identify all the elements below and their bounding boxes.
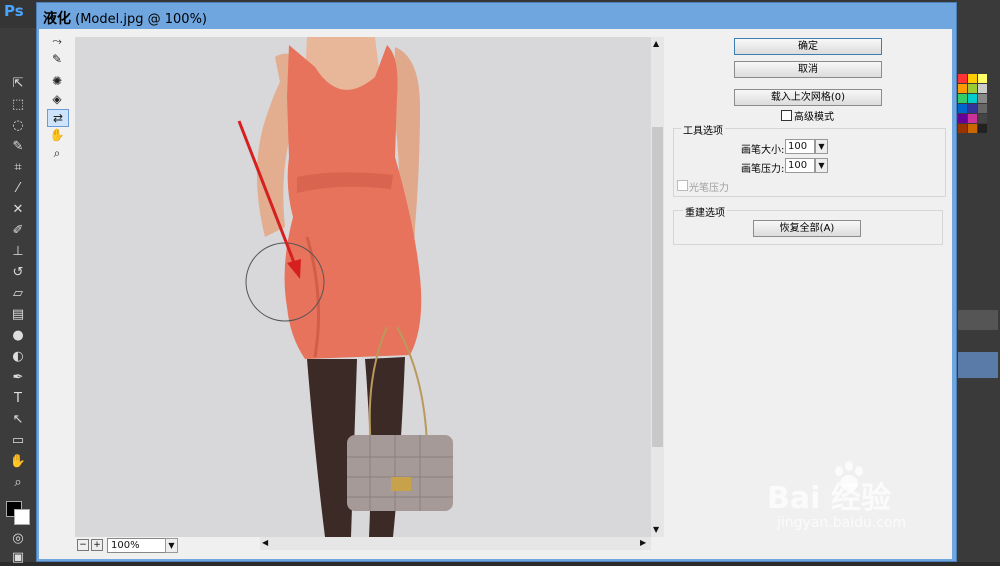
marquee-tool-icon[interactable]: ⬚ [9,97,27,113]
forward-warp-icon[interactable]: ⤳ [47,33,67,49]
history-brush-tool-icon[interactable]: ↺ [9,265,27,281]
advanced-mode-label: 高级模式 [794,112,834,123]
lasso-tool-icon[interactable]: ◌ [9,118,27,134]
dialog-title-main: 液化 [43,11,71,27]
type-tool-icon[interactable]: T [9,391,27,407]
brush-size-input[interactable]: 100 [785,139,815,154]
liquify-canvas[interactable] [75,37,651,537]
advanced-mode-checkbox[interactable] [781,110,792,121]
load-mesh-button[interactable]: 载入上次网格(0) [734,89,882,106]
liquify-dialog: 液化 (Model.jpg @ 100%) ⤳ ✎ ✺ ◈ ⇄ ✋ ⌕ ▲ ▼ … [36,2,957,562]
reconstruct-icon[interactable]: ✎ [47,51,67,67]
dodge-tool-icon[interactable]: ◐ [9,349,27,365]
zoom-tool-icon[interactable]: ⌕ [9,475,27,491]
zoom-icon[interactable]: ⌕ [47,145,67,161]
brush-pressure-dropdown-icon[interactable]: ▼ [815,158,828,173]
liquify-tools: ⤳ ✎ ✺ ◈ ⇄ ✋ ⌕ [45,33,71,183]
shape-tool-icon[interactable]: ▭ [9,433,27,449]
screen-mode-icon[interactable]: ▣ [9,550,27,566]
canvas-vertical-scrollbar[interactable]: ▲ ▼ [651,37,664,537]
photoshop-logo: Ps [4,2,24,20]
brush-size-dropdown-icon[interactable]: ▼ [815,139,828,154]
brush-size-label: 画笔大小: [741,145,785,156]
canvas-horizontal-scrollbar[interactable]: ◀ ▶ [260,537,651,550]
push-left-icon[interactable]: ⇄ [47,109,69,127]
quick-select-tool-icon[interactable]: ✎ [9,139,27,155]
stamp-tool-icon[interactable]: ⊥ [9,244,27,260]
zoom-in-button[interactable]: + [91,539,103,551]
crop-tool-icon[interactable]: ⌗ [9,160,27,176]
scroll-down-arrow-icon[interactable]: ▼ [653,525,659,534]
bloat-icon[interactable]: ◈ [47,91,67,107]
zoom-select[interactable]: 100% [107,538,166,553]
hand-tool-icon[interactable]: ✋ [9,454,27,470]
dialog-title: 液化 (Model.jpg @ 100%) [43,8,207,28]
watermark-brand: Bai 经验 [767,481,891,516]
zoom-out-button[interactable]: − [77,539,89,551]
restore-all-button[interactable]: 恢复全部(A) [753,220,861,237]
pucker-icon[interactable]: ✺ [47,73,67,89]
dialog-client: ⤳ ✎ ✺ ◈ ⇄ ✋ ⌕ ▲ ▼ ◀ ▶ − + 100% ▼ 确定 取消 载… [39,29,952,559]
path-select-tool-icon[interactable]: ↖ [9,412,27,428]
stylus-pressure-checkbox[interactable] [677,180,688,191]
move-tool-icon[interactable]: ⇱ [9,76,27,92]
reconstruct-options-label: 重建选项 [683,204,727,219]
scroll-up-arrow-icon[interactable]: ▲ [653,39,659,48]
eyedropper-tool-icon[interactable]: ⁄ [9,181,27,197]
stylus-pressure-label: 光笔压力 [689,183,729,194]
dialog-title-sub: (Model.jpg @ 100%) [75,12,207,27]
layer-thumbnail [958,352,998,378]
cancel-button[interactable]: 取消 [734,61,882,78]
healing-tool-icon[interactable]: ✕ [9,202,27,218]
pen-tool-icon[interactable]: ✒ [9,370,27,386]
watermark-url: jingyan.baidu.com [777,515,907,531]
ok-button[interactable]: 确定 [734,38,882,55]
quick-mask-icon[interactable]: ◎ [9,531,27,547]
scroll-left-arrow-icon[interactable]: ◀ [262,538,268,547]
zoom-dropdown-icon[interactable]: ▼ [165,538,178,553]
vertical-scroll-thumb[interactable] [652,127,663,447]
dialog-titlebar[interactable]: 液化 (Model.jpg @ 100%) [37,3,956,29]
brush-tool-icon[interactable]: ✐ [9,223,27,239]
blur-tool-icon[interactable]: ● [9,328,27,344]
model-photo [75,37,651,537]
brush-pressure-label: 画笔压力: [741,164,785,175]
scroll-right-arrow-icon[interactable]: ▶ [640,538,646,547]
layers-panel [958,310,998,330]
brush-pressure-input[interactable]: 100 [785,158,815,173]
background-color-swatch[interactable] [14,509,30,525]
photoshop-right-panels [955,0,1000,562]
gradient-tool-icon[interactable]: ▤ [9,307,27,323]
tool-options-label: 工具选项 [681,122,725,137]
photoshop-toolbar: ⇱ ⬚ ◌ ✎ ⌗ ⁄ ✕ ✐ ⊥ ↺ ▱ ▤ ● ◐ ✒ T ↖ ▭ ✋ ⌕ … [0,28,37,565]
zoom-value: 100% [111,540,140,551]
swatches-panel [958,74,998,152]
eraser-tool-icon[interactable]: ▱ [9,286,27,302]
hand-icon[interactable]: ✋ [47,127,67,143]
